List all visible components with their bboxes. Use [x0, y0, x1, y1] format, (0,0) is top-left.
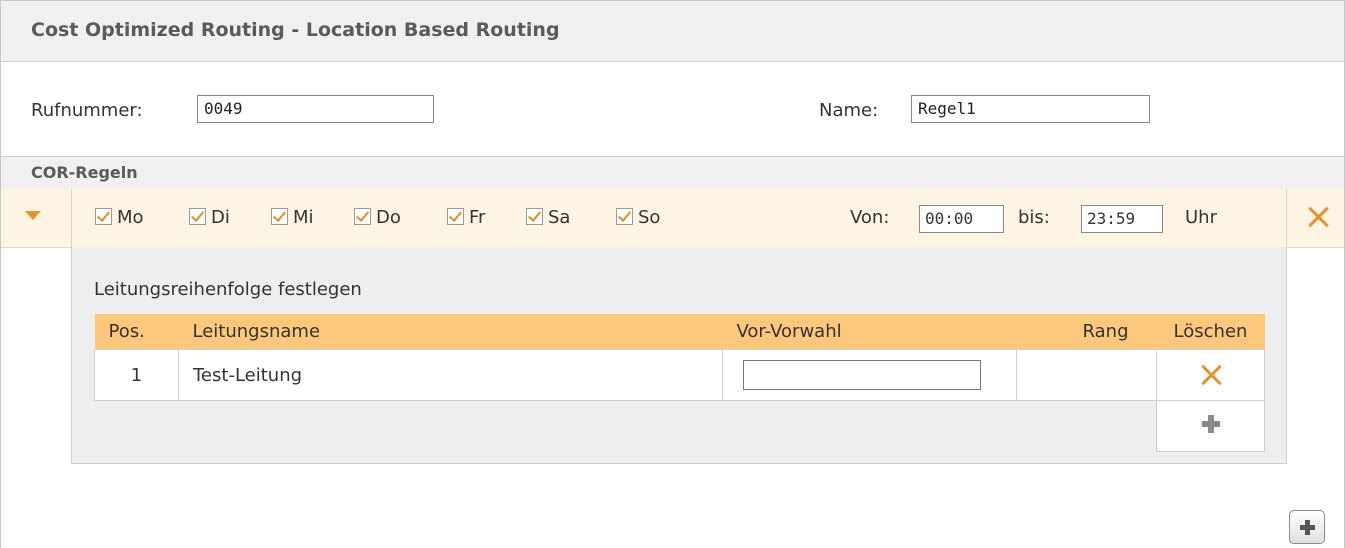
- divider: [1286, 189, 1287, 247]
- line-table: Pos. Leitungsname Vor-Vorwahl Rang Lösch…: [94, 314, 1265, 452]
- cor-rule-row: Mo Di Mi Do Fr Sa So Von: 00:00 bis: 23:…: [1, 189, 1344, 248]
- day-label-fr: Fr: [469, 207, 486, 228]
- prefix-cell: [722, 349, 1017, 401]
- checkbox-do[interactable]: [354, 208, 371, 225]
- checkbox-di[interactable]: [189, 208, 206, 225]
- caret-down-icon[interactable]: [25, 211, 41, 220]
- add-cell: [1156, 400, 1265, 452]
- section-title: COR-Regeln: [31, 163, 138, 182]
- from-time-input[interactable]: 00:00: [919, 205, 1004, 233]
- section-header: COR-Regeln: [1, 156, 1344, 190]
- day-label-do: Do: [376, 207, 401, 228]
- cor-panel: Cost Optimized Routing - Location Based …: [0, 0, 1345, 548]
- checkbox-mi[interactable]: [271, 208, 288, 225]
- checkbox-fr[interactable]: [447, 208, 464, 225]
- row-rank: [1016, 349, 1157, 401]
- column-header-pos: Pos.: [94, 314, 179, 350]
- page-title: Cost Optimized Routing - Location Based …: [31, 19, 560, 41]
- line-order-panel: Leitungsreihenfolge festlegen Pos. Leitu…: [71, 247, 1287, 464]
- row-pos: 1: [94, 349, 179, 401]
- line-order-heading: Leitungsreihenfolge festlegen: [94, 279, 362, 300]
- add-row: [95, 400, 1265, 452]
- name-input[interactable]: Regel1: [911, 95, 1150, 123]
- divider: [71, 189, 72, 247]
- to-label: bis:: [1018, 207, 1050, 228]
- rufnummer-label: Rufnummer:: [31, 100, 143, 121]
- column-header-delete: Löschen: [1156, 314, 1265, 350]
- add-rule-button[interactable]: [1289, 510, 1325, 544]
- rufnummer-input[interactable]: 0049: [197, 95, 434, 123]
- day-label-mo: Mo: [117, 207, 144, 228]
- add-row-spacer: [95, 401, 1157, 452]
- prefix-input[interactable]: [743, 360, 981, 390]
- close-icon[interactable]: [1200, 364, 1222, 386]
- name-label: Name:: [819, 100, 879, 121]
- column-header-prefix: Vor-Vorwahl: [722, 314, 1017, 350]
- row-line-name: Test-Leitung: [178, 349, 723, 401]
- checkbox-sa[interactable]: [526, 208, 543, 225]
- day-label-mi: Mi: [293, 207, 314, 228]
- table-header-row: Pos. Leitungsname Vor-Vorwahl Rang Lösch…: [94, 314, 1265, 350]
- delete-cell: [1156, 349, 1265, 401]
- plus-icon[interactable]: [1200, 413, 1222, 435]
- checkbox-so[interactable]: [616, 208, 633, 225]
- to-time-input[interactable]: 23:59: [1081, 205, 1163, 233]
- day-label-sa: Sa: [548, 207, 571, 228]
- checkbox-mo[interactable]: [95, 208, 112, 225]
- from-label: Von:: [850, 207, 890, 228]
- day-label-di: Di: [211, 207, 230, 228]
- unit-label: Uhr: [1185, 207, 1217, 228]
- title-bar: Cost Optimized Routing - Location Based …: [1, 1, 1344, 62]
- column-header-rank: Rang: [1016, 314, 1157, 350]
- close-icon[interactable]: [1307, 206, 1329, 228]
- column-header-name: Leitungsname: [178, 314, 723, 350]
- table-row: 1 Test-Leitung: [94, 349, 1265, 401]
- day-label-so: So: [638, 207, 661, 228]
